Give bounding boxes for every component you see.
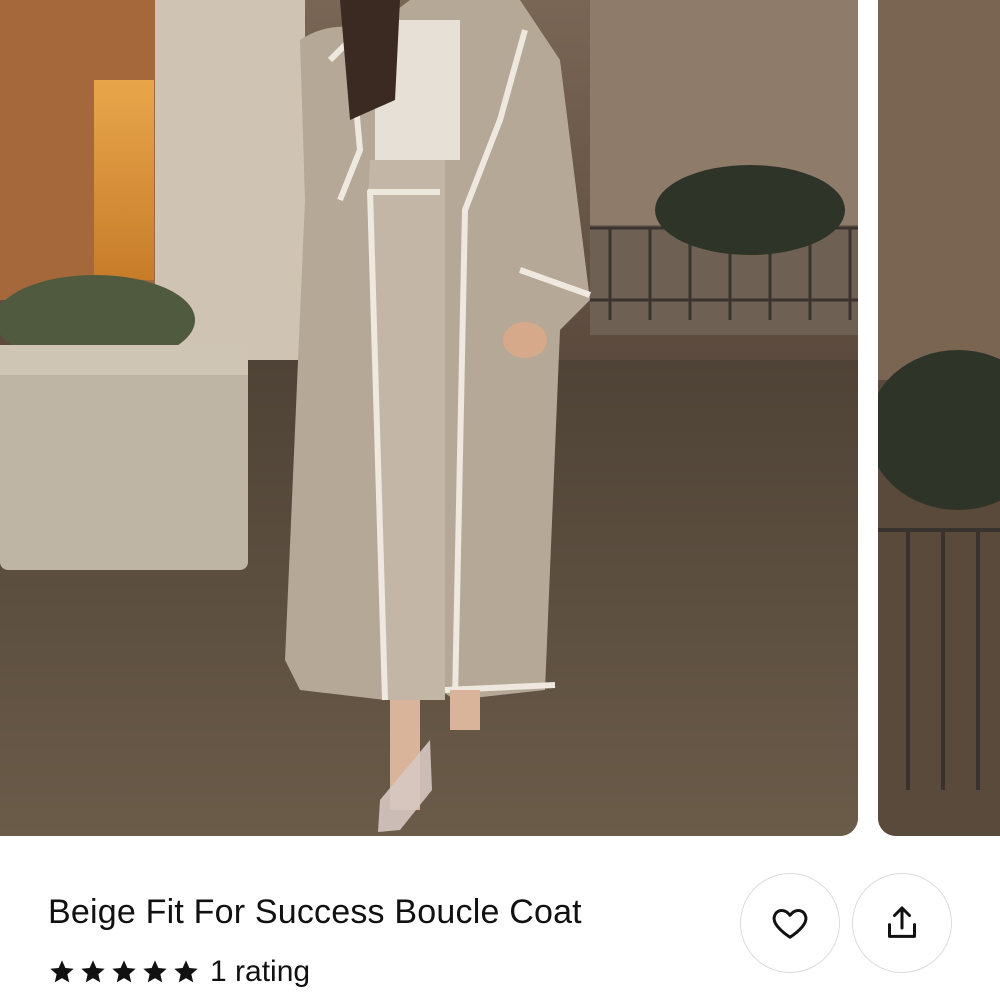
star-filled-icon	[174, 960, 198, 983]
rating-count-link[interactable]: 1 rating	[210, 955, 310, 989]
heart-outline-icon	[772, 909, 808, 939]
star-filled-icon	[81, 960, 105, 983]
star-filled-icon	[112, 960, 136, 983]
share-upload-icon	[888, 906, 916, 938]
next-photo-illustration	[878, 0, 1000, 836]
rating-stars	[48, 958, 200, 986]
image-carousel[interactable]	[0, 0, 1000, 836]
product-photo-illustration	[0, 0, 858, 836]
favorite-button[interactable]	[740, 873, 840, 973]
star-filled-icon	[143, 960, 167, 983]
share-button[interactable]	[852, 873, 952, 973]
product-rating[interactable]: 1 rating	[48, 952, 310, 992]
product-image-main[interactable]	[0, 0, 858, 836]
product-image-next[interactable]	[878, 0, 1000, 836]
product-title: Beige Fit For Success Boucle Coat	[48, 893, 582, 931]
star-filled-icon	[50, 960, 74, 983]
